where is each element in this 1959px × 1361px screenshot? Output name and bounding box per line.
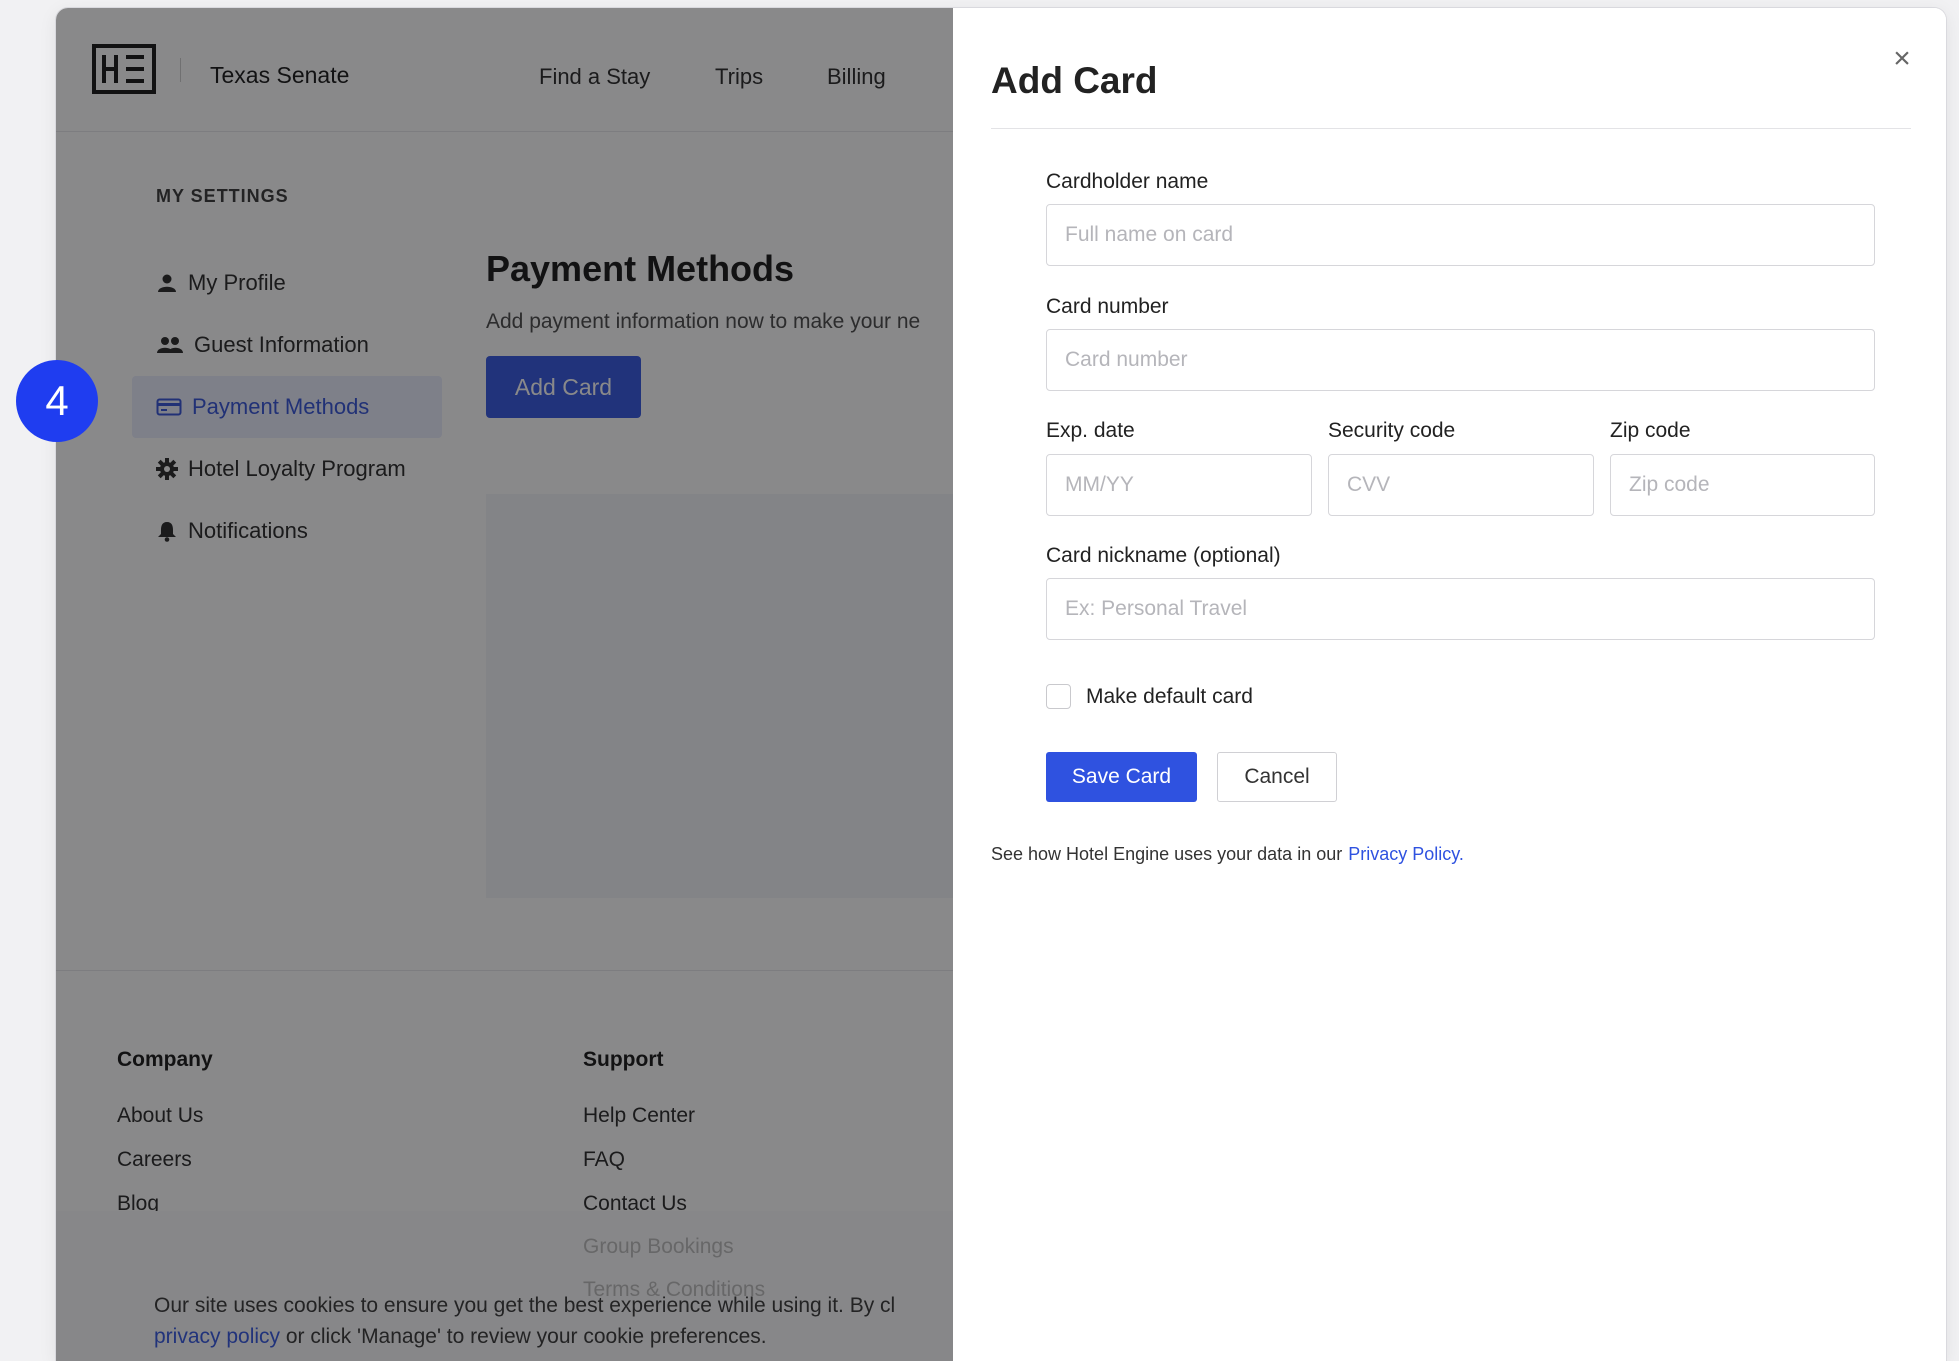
modal-backdrop[interactable] — [56, 8, 953, 1361]
card-number-input[interactable] — [1046, 329, 1875, 391]
card-nickname-input[interactable] — [1046, 578, 1875, 640]
save-card-button[interactable]: Save Card — [1046, 752, 1197, 802]
browser-window: Texas Senate Find a Stay Trips Billing M… — [56, 8, 1946, 1361]
cardholder-name-label: Cardholder name — [1046, 170, 1209, 193]
privacy-policy-link[interactable]: Privacy Policy. — [1348, 844, 1464, 864]
cardholder-name-input[interactable] — [1046, 204, 1875, 266]
drawer-title: Add Card — [991, 60, 1158, 101]
zip-code-label: Zip code — [1610, 419, 1691, 442]
privacy-notice-text: See how Hotel Engine uses your data in o… — [991, 844, 1343, 864]
close-icon[interactable]: × — [1889, 44, 1915, 74]
zip-code-input[interactable] — [1610, 454, 1875, 516]
cancel-button[interactable]: Cancel — [1217, 752, 1337, 802]
exp-date-label: Exp. date — [1046, 419, 1135, 442]
add-card-drawer: × Add Card Cardholder name Card number E… — [953, 8, 1946, 1361]
card-number-label: Card number — [1046, 295, 1169, 318]
step-number-badge: 4 — [16, 360, 98, 442]
drawer-divider — [991, 128, 1911, 129]
privacy-notice: See how Hotel Engine uses your data in o… — [991, 844, 1464, 865]
card-nickname-label: Card nickname (optional) — [1046, 544, 1281, 567]
make-default-checkbox[interactable] — [1046, 684, 1071, 709]
security-code-label: Security code — [1328, 419, 1456, 442]
make-default-label[interactable]: Make default card — [1086, 685, 1253, 709]
exp-date-input[interactable] — [1046, 454, 1312, 516]
security-code-input[interactable] — [1328, 454, 1594, 516]
